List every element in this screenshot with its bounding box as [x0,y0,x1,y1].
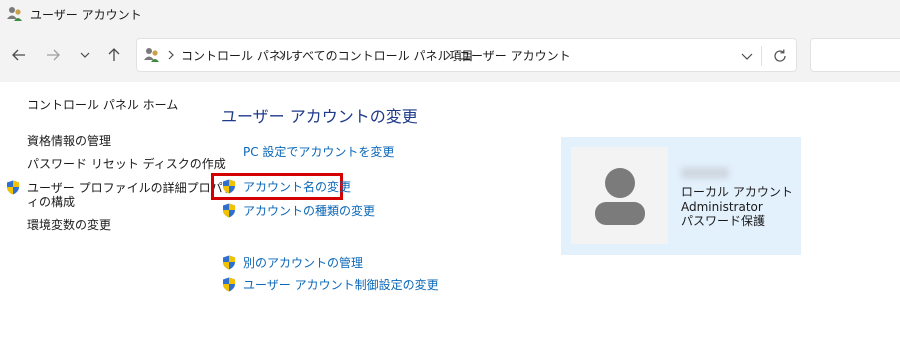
account-type: ローカル アカウント [681,185,793,199]
account-protection: パスワード保護 [681,214,766,228]
user-accounts-icon [144,48,159,62]
user-accounts-icon [7,7,22,21]
arrow-left-icon [12,49,25,61]
chevron-down-icon [80,52,90,58]
divider [761,46,762,66]
navigation-bar: コントロール パネル すべてのコントロール パネル項目 ユーザー アカウント [0,28,900,82]
uac-shield-icon [223,255,235,270]
uac-shield-icon [223,179,235,194]
link-change-account-name[interactable]: アカウント名の変更 [243,179,351,195]
title-bar: ユーザー アカウント [0,0,900,28]
refresh-icon[interactable] [771,47,789,65]
chevron-right-icon [445,50,451,60]
chevron-right-icon [279,50,285,60]
sidebar-item-profile-properties-cont[interactable]: ィの構成 [27,194,75,210]
uac-shield-icon [7,180,19,195]
search-input[interactable] [810,38,900,72]
sidebar-item-manage-credentials[interactable]: 資格情報の管理 [27,133,111,149]
up-button[interactable] [103,44,125,66]
sidebar-item-password-reset-disk[interactable]: パスワード リセット ディスクの作成 [27,156,226,172]
address-bar[interactable]: コントロール パネル すべてのコントロール パネル項目 ユーザー アカウント [136,38,797,72]
uac-shield-icon [223,277,235,292]
arrow-right-icon [47,49,60,61]
uac-shield-icon [223,203,235,218]
link-manage-another-account[interactable]: 別のアカウントの管理 [243,255,363,271]
sidebar-item-environment-variables[interactable]: 環境変数の変更 [27,217,111,233]
window-title: ユーザー アカウント [30,8,142,22]
chevron-right-icon [168,50,174,60]
page-title: ユーザー アカウントの変更 [221,107,418,126]
account-name-blurred [681,167,729,179]
link-change-account-type[interactable]: アカウントの種類の変更 [243,203,375,219]
recent-locations-button[interactable] [74,44,96,66]
forward-button[interactable] [42,44,64,66]
sidebar-control-panel-home[interactable]: コントロール パネル ホーム [27,97,178,113]
back-button[interactable] [8,44,30,66]
arrow-up-icon [108,48,120,61]
link-change-uac-settings[interactable]: ユーザー アカウント制御設定の変更 [243,277,439,293]
account-role: Administrator [681,200,763,214]
breadcrumb-user-accounts[interactable]: ユーザー アカウント [459,47,571,64]
chevron-down-icon[interactable] [739,48,755,64]
user-silhouette-icon [595,168,645,225]
link-change-account-in-pc-settings[interactable]: PC 設定でアカウントを変更 [243,144,394,160]
avatar [571,147,668,244]
